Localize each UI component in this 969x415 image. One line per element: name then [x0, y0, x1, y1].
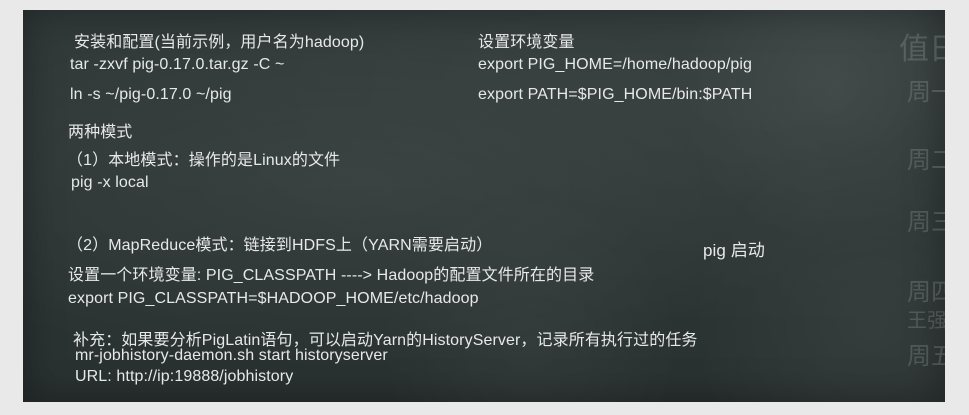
ln-command: ln -s ~/pig-0.17.0 ~/pig: [70, 86, 232, 103]
modes-heading: 两种模式: [68, 124, 133, 141]
classpath-note: 设置一个环境变量: PIG_CLASSPATH ----> Hadoop的配置文…: [68, 267, 595, 284]
jobhistory-url: URL: http://ip:19888/jobhistory: [75, 368, 294, 385]
faint-monday: 周一: [907, 78, 945, 106]
path-export: export PATH=$PIG_HOME/bin:$PATH: [478, 86, 753, 103]
install-heading: 安装和配置(当前示例，用户名为hadoop): [74, 34, 365, 51]
historyserver-command: mr-jobhistory-daemon.sh start historyser…: [75, 347, 388, 364]
mapreduce-mode: （2）MapReduce模式：链接到HDFS上（YARN需要启动）: [67, 237, 493, 254]
local-command: pig -x local: [71, 174, 149, 191]
chalkboard: 值日 周一 周二 周三 周四 王强 周五 安装和配置(当前示例，用户名为hado…: [23, 10, 945, 402]
faint-duty-title: 值日: [899, 32, 945, 67]
faint-tuesday: 周二: [907, 146, 945, 174]
env-heading: 设置环境变量: [478, 34, 575, 51]
faint-wednesday: 周三: [907, 208, 945, 236]
faint-thursday: 周四: [907, 278, 945, 306]
tar-command: tar -zxvf pig-0.17.0.tar.gz -C ~: [70, 56, 285, 73]
slide: 值日 周一 周二 周三 周四 王强 周五 安装和配置(当前示例，用户名为hado…: [0, 0, 969, 415]
pig-home-export: export PIG_HOME=/home/hadoop/pig: [478, 56, 753, 73]
faint-friday: 周五: [907, 342, 945, 370]
classpath-export: export PIG_CLASSPATH=$HADOOP_HOME/etc/ha…: [68, 290, 479, 307]
pig-start-label: pig 启动: [703, 241, 766, 260]
faint-name: 王强: [907, 308, 945, 332]
local-mode: （1）本地模式：操作的是Linux的文件: [67, 152, 341, 169]
